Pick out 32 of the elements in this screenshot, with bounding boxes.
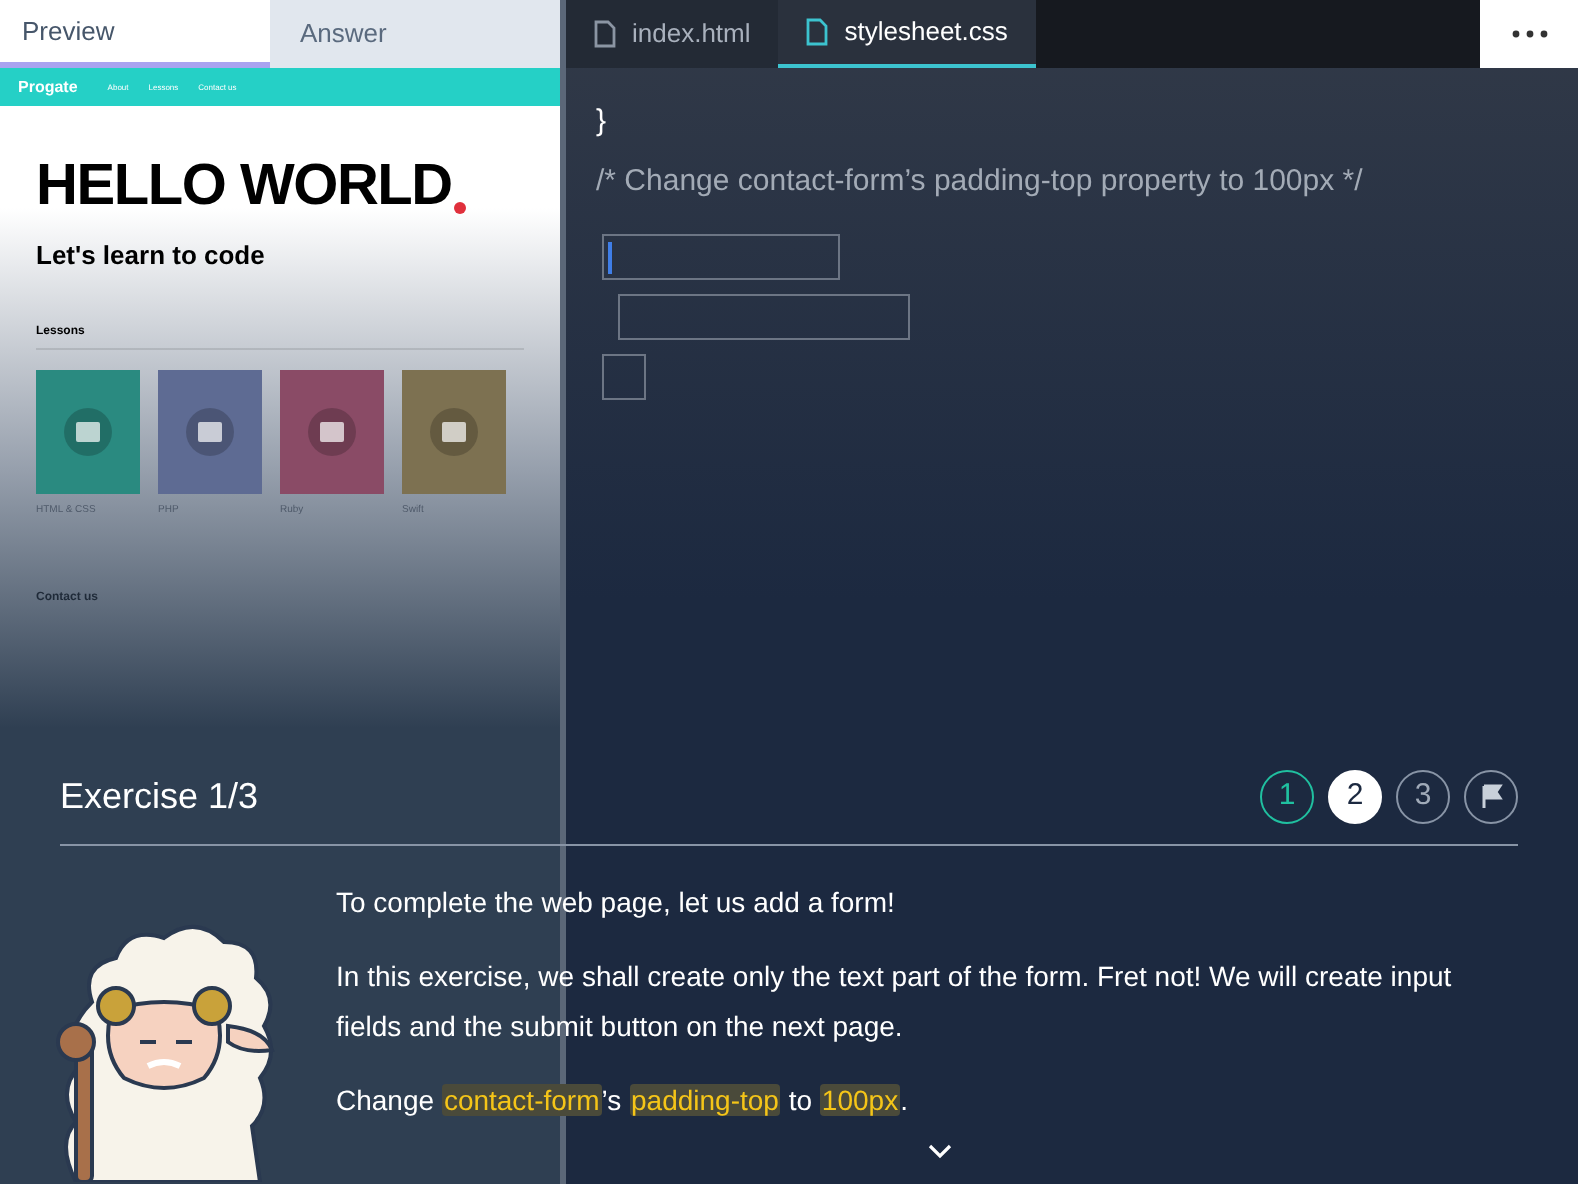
flag-icon bbox=[1479, 784, 1503, 810]
code-comment: /* Change contact-form’s padding-top property to 100px */ bbox=[596, 162, 1365, 202]
headline: HELLO WORLD bbox=[36, 158, 452, 216]
instruction-text: To complete the web page, let us add a form! bbox=[336, 884, 897, 922]
chevron-down-icon[interactable] bbox=[928, 1144, 952, 1160]
more-icon bbox=[1511, 30, 1547, 38]
lesson-card[interactable] bbox=[158, 369, 262, 493]
file-tab[interactable]: index.html bbox=[566, 0, 779, 68]
tagline: Let's learn to code bbox=[36, 238, 267, 274]
file-tab[interactable]: stylesheet.css bbox=[778, 0, 1036, 68]
lesson-card[interactable] bbox=[280, 369, 384, 493]
step-button[interactable]: 3 bbox=[1396, 770, 1450, 824]
site-logo: Progate bbox=[18, 75, 78, 99]
blank-field[interactable] bbox=[602, 234, 840, 280]
preview-tab[interactable]: Preview bbox=[0, 0, 270, 68]
window-icon bbox=[430, 407, 478, 455]
code-line: } bbox=[596, 102, 609, 142]
instruction-text: In this exercise, we shall create only the text part of the form. Fret not! We will create input fields and the submit button on the next page. bbox=[336, 958, 1454, 1046]
window-icon bbox=[186, 407, 234, 455]
window-icon bbox=[64, 407, 112, 455]
window-icon bbox=[308, 407, 356, 455]
blank-field[interactable] bbox=[618, 294, 910, 340]
step-button[interactable] bbox=[1464, 770, 1518, 824]
lesson-card[interactable] bbox=[402, 369, 506, 493]
exercise-title: Exercise 1/3 bbox=[60, 774, 259, 820]
instruction-text: Change contact-form’s padding-top to 100px. bbox=[336, 1082, 910, 1120]
blank-field[interactable] bbox=[602, 354, 646, 400]
lesson-card[interactable] bbox=[36, 369, 140, 493]
step-button[interactable]: 1 bbox=[1260, 770, 1314, 824]
file-icon bbox=[594, 20, 616, 48]
text-cursor bbox=[608, 241, 611, 273]
file-icon bbox=[806, 18, 829, 46]
